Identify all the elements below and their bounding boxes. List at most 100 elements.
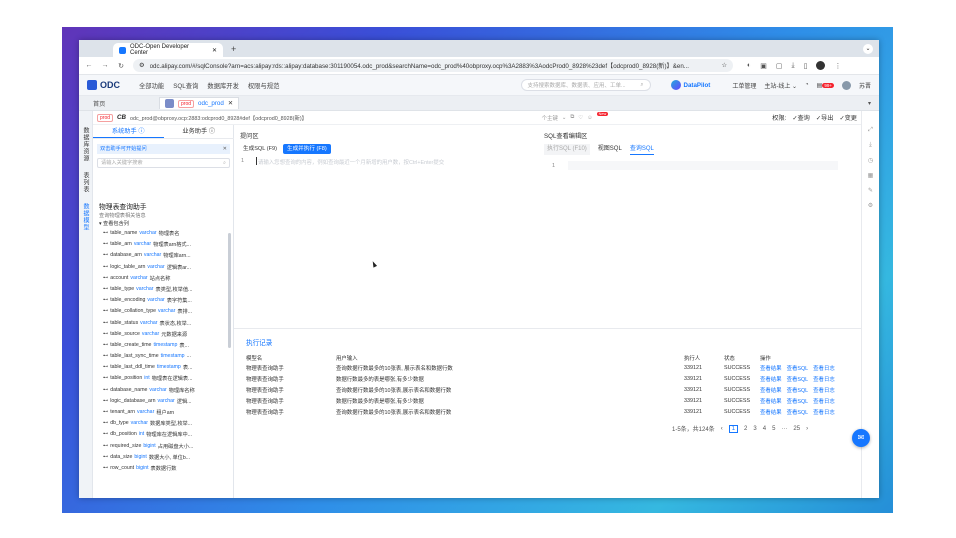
list-item[interactable]: ⊷ table_status varchar 表状态,枚举... bbox=[103, 320, 225, 331]
list-item[interactable]: ⊷ db_type varchar 数据库类型,枚举... bbox=[103, 420, 225, 431]
list-item[interactable]: ⊷ table_arn varchar 物理表arn格式... bbox=[103, 241, 225, 252]
table-icon[interactable]: ▦ bbox=[868, 172, 874, 179]
sidepanel-icon[interactable]: ▯ bbox=[804, 62, 808, 70]
tab-business-assistant[interactable]: 业务助手 ⓘ bbox=[164, 125, 235, 138]
generate-execute-button[interactable]: 生成并执行 (F8) bbox=[282, 144, 331, 154]
chat-assistant-icon[interactable]: ✉ bbox=[852, 429, 870, 447]
close-tab-icon[interactable]: ✕ bbox=[228, 100, 233, 107]
tab-exec-sql[interactable]: 执行SQL (F10) bbox=[544, 144, 590, 155]
view-log-link[interactable]: 查看日志 bbox=[813, 388, 835, 394]
list-item[interactable]: ⊷ required_size bigint 占用磁盘大小... bbox=[103, 443, 225, 454]
list-item[interactable]: ⊷ table_source varchar 元数据来源 bbox=[103, 331, 225, 342]
assistant-scrollbar[interactable] bbox=[228, 233, 231, 348]
edit-icon[interactable]: ✎ bbox=[868, 187, 873, 194]
extensions-puzzle-icon[interactable]: ▢ bbox=[776, 62, 783, 70]
extension-icon[interactable]: ◐ bbox=[747, 62, 751, 69]
prev-page-icon[interactable]: ‹ bbox=[721, 426, 723, 432]
view-sql-link[interactable]: 查看SQL bbox=[787, 410, 809, 416]
list-item[interactable]: ⊷ tenant_arn varchar 租户arn bbox=[103, 409, 225, 420]
help-icon[interactable]: ◔ bbox=[805, 82, 809, 88]
panel-divider[interactable] bbox=[234, 328, 861, 329]
nav-db-dev[interactable]: 数据库开发 bbox=[207, 81, 238, 90]
tab-view-sql[interactable]: 视图SQL bbox=[598, 144, 622, 155]
profile-avatar[interactable] bbox=[816, 61, 826, 70]
site-info-icon[interactable]: ⚙ bbox=[139, 62, 145, 69]
nav-all-functions[interactable]: 全部功能 bbox=[139, 81, 164, 90]
nav-sql-query[interactable]: SQL查询 bbox=[173, 81, 198, 90]
user-avatar[interactable] bbox=[841, 80, 851, 90]
list-item[interactable]: ⊷ table_type varchar 表类型,枚举值... bbox=[103, 286, 225, 297]
rail-table-list[interactable]: 表列表 bbox=[81, 172, 90, 193]
list-item[interactable]: ⊷ table_last_ddl_time timestamp 表... bbox=[103, 364, 225, 375]
list-item[interactable]: ⊷ table_create_time timestamp 表... bbox=[103, 342, 225, 353]
browser-menu-icon[interactable]: ⋮ bbox=[834, 62, 841, 70]
close-tab-icon[interactable]: ✕ bbox=[212, 47, 217, 54]
conn-path[interactable]: odc_prod@obproxy.ocp:2883:odcprod0_8928#… bbox=[130, 114, 307, 122]
close-tip-icon[interactable]: ✕ bbox=[223, 144, 227, 154]
nav-permissions[interactable]: 权限与规范 bbox=[248, 81, 279, 90]
list-item[interactable]: ⊷ table_collation_type varchar 表排... bbox=[103, 308, 225, 319]
new-tab-icon[interactable]: + bbox=[231, 44, 236, 54]
list-item[interactable]: ⊷ database_name varchar 物理库名称 bbox=[103, 387, 225, 398]
copy-icon[interactable]: ⧉ bbox=[570, 114, 574, 121]
tab-query-sql[interactable]: 查询SQL bbox=[629, 144, 654, 155]
rail-data-model[interactable]: 数据模型 bbox=[81, 203, 90, 231]
conn-select[interactable]: 个主键 ⌄ ⧉ ♡ ☺ New bbox=[542, 111, 609, 122]
back-icon[interactable]: ← bbox=[85, 62, 93, 69]
sql-editor[interactable] bbox=[568, 161, 838, 170]
view-result-link[interactable]: 查看结果 bbox=[760, 399, 782, 405]
settings-gear-icon[interactable]: ⚙ bbox=[868, 202, 873, 209]
view-sql-link[interactable]: 查看SQL bbox=[787, 366, 809, 372]
list-item[interactable]: ⊷ db_position int 物理库在逻辑库中... bbox=[103, 431, 225, 442]
view-result-link[interactable]: 查看结果 bbox=[760, 410, 782, 416]
view-log-link[interactable]: 查看日志 bbox=[813, 410, 835, 416]
page-1[interactable]: 1 bbox=[728, 424, 739, 433]
translate-icon[interactable]: ▣ bbox=[760, 62, 767, 70]
page-3[interactable]: 3 bbox=[753, 426, 756, 432]
global-search-input[interactable]: 支持搜索数据库、数据表、应用、工单... ⌕ bbox=[520, 79, 651, 91]
list-item[interactable]: ⊷ data_size bigint 数据大小, 单位b... bbox=[103, 454, 225, 465]
favorite-icon[interactable]: ♡ bbox=[578, 115, 583, 121]
tab-odc-prod[interactable]: prod odc_prod ✕ bbox=[159, 97, 240, 109]
notification-bell-icon[interactable]: ▤ 99+ bbox=[817, 82, 834, 89]
page-5[interactable]: 5 bbox=[772, 426, 775, 432]
list-item[interactable]: ⊷ database_arn varchar 物理库arn... bbox=[103, 252, 225, 263]
tab-search-icon[interactable]: ⌄ bbox=[863, 44, 873, 54]
download-icon[interactable]: ⤓ bbox=[791, 62, 794, 70]
view-sql-link[interactable]: 查看SQL bbox=[787, 388, 809, 394]
view-log-link[interactable]: 查看日志 bbox=[813, 366, 835, 372]
tab-home[interactable]: 首页 bbox=[93, 99, 159, 108]
next-page-icon[interactable]: › bbox=[806, 426, 808, 432]
datapilot-link[interactable]: DataPilot bbox=[670, 80, 710, 90]
workorder-link[interactable]: 工单管理 bbox=[732, 81, 756, 90]
list-item[interactable]: ⊷ table_name varchar 物理表名 bbox=[103, 230, 225, 241]
export-icon[interactable]: ⤓ bbox=[869, 142, 872, 149]
list-item[interactable]: ⊷ table_last_sync_time timestamp... bbox=[103, 353, 225, 364]
assistant-title[interactable]: 物理表查询助手 bbox=[99, 201, 147, 211]
tabs-more-icon[interactable]: ▾ bbox=[868, 100, 871, 107]
view-result-link[interactable]: 查看结果 bbox=[760, 388, 782, 394]
list-item[interactable]: ⊷ logic_database_arn varchar 逻辑... bbox=[103, 398, 225, 409]
view-result-link[interactable]: 查看结果 bbox=[760, 366, 782, 372]
list-item[interactable]: ⊷ account varchar 站点名称 bbox=[103, 275, 225, 286]
view-log-link[interactable]: 查看日志 bbox=[813, 399, 835, 405]
page-4[interactable]: 4 bbox=[763, 426, 766, 432]
forward-icon[interactable]: → bbox=[101, 62, 109, 69]
rail-db-resources[interactable]: 数据库资源 bbox=[81, 127, 90, 162]
tab-system-assistant[interactable]: 系统助手 ⓘ bbox=[93, 125, 164, 138]
url-field[interactable]: ⚙ odc.alipay.com/#/sqlConsole?arn=acs:al… bbox=[133, 59, 733, 72]
view-log-link[interactable]: 查看日志 bbox=[813, 377, 835, 383]
odc-logo[interactable]: ODC bbox=[87, 80, 129, 90]
list-item[interactable]: ⊷ table_position int 物理表在逻辑表... bbox=[103, 375, 225, 386]
history-icon[interactable]: ◷ bbox=[868, 157, 873, 164]
view-result-link[interactable]: 查看结果 bbox=[760, 377, 782, 383]
reload-icon[interactable]: ↻ bbox=[117, 62, 125, 70]
site-selector[interactable]: 主站-线上 ⌄ bbox=[764, 81, 797, 90]
page-2[interactable]: 2 bbox=[744, 426, 747, 432]
generate-sql-button[interactable]: 生成SQL (F9) bbox=[240, 144, 280, 154]
expand-icon[interactable]: ⤢ bbox=[868, 127, 873, 134]
bookmark-star-icon[interactable]: ☆ bbox=[721, 62, 727, 69]
list-item[interactable]: ⊷ table_encoding varchar 表字符集... bbox=[103, 297, 225, 308]
view-sql-link[interactable]: 查看SQL bbox=[787, 399, 809, 405]
list-item[interactable]: ⊷ row_count bigint 表数据行数 bbox=[103, 465, 225, 476]
